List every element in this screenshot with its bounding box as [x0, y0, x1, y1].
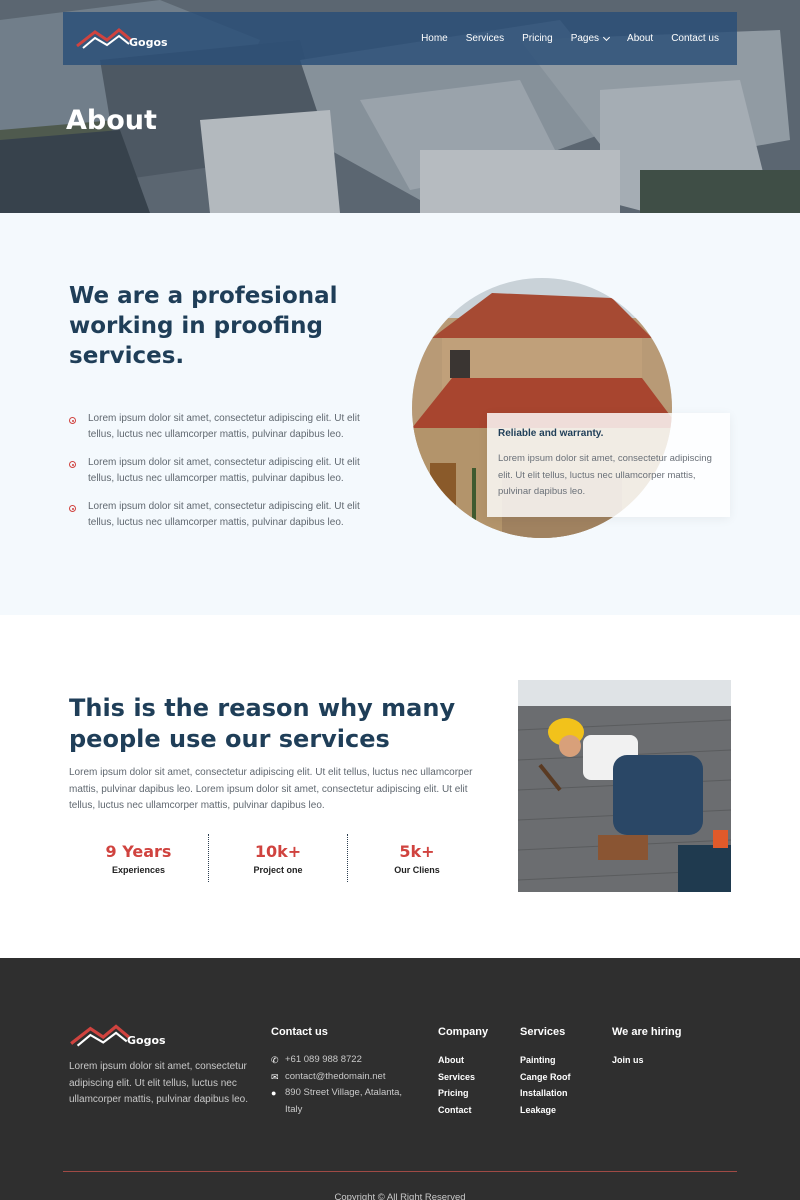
footer-link-cange-roof[interactable]: Cange Roof	[520, 1069, 610, 1086]
about-bullet-list: Lorem ipsum dolor sit amet, consectetur …	[69, 411, 369, 543]
phone-icon: ✆	[271, 1055, 279, 1065]
nav-pages-label: Pages	[570, 33, 600, 44]
nav-pricing[interactable]: Pricing	[522, 33, 553, 44]
top-navbar: Gogos Home Services Pricing Pages About …	[63, 12, 737, 65]
list-item: Lorem ipsum dolor sit amet, consectetur …	[69, 499, 369, 531]
footer-services: Services Painting Cange Roof Installatio…	[520, 1026, 610, 1118]
footer-company-title: Company	[438, 1026, 489, 1038]
footer-link-join-us[interactable]: Join us	[612, 1052, 732, 1069]
page-title: About	[66, 105, 157, 136]
footer-services-title: Services	[520, 1026, 566, 1038]
stats-row: 9 Years Experiences 10k+ Project one 5k+…	[69, 834, 487, 882]
roof-logo-icon	[76, 28, 132, 49]
stat-value: 10k+	[254, 841, 302, 861]
footer-link-painting[interactable]: Painting	[520, 1052, 610, 1069]
footer-logo[interactable]: Gogos	[69, 1022, 166, 1048]
stat-experience: 9 Years Experiences	[69, 834, 208, 882]
contact-email-text: contact@thedomain.net	[285, 1070, 386, 1082]
footer-hiring: We are hiring Join us	[612, 1026, 732, 1069]
card-text: Lorem ipsum dolor sit amet, consectetur …	[498, 453, 712, 497]
footer-brand-name: Gogos	[127, 1034, 166, 1047]
footer-divider	[63, 1171, 737, 1172]
bullet-text: Lorem ipsum dolor sit amet, consectetur …	[88, 457, 360, 484]
about-section: We are a profesional working in proofing…	[0, 213, 800, 615]
card-title: Reliable and warranty.	[498, 428, 604, 439]
footer-contact-title: Contact us	[271, 1026, 328, 1038]
warranty-card: Reliable and warranty. Lorem ipsum dolor…	[487, 413, 730, 517]
bullet-text: Lorem ipsum dolor sit amet, consectetur …	[88, 413, 360, 440]
footer-about-text: Lorem ipsum dolor sit amet, consectetur …	[69, 1061, 248, 1105]
contact-address: ● 890 Street Village, Atalanta, Italy	[271, 1085, 421, 1118]
contact-phone-text: +61 089 988 8722	[285, 1054, 362, 1065]
about-heading: We are a profesional working in proofing…	[69, 283, 338, 369]
list-item: Lorem ipsum dolor sit amet, consectetur …	[69, 411, 369, 443]
stat-value: 9 Years	[105, 841, 172, 861]
stat-label: Experiences	[111, 864, 166, 875]
site-footer: Gogos Lorem ipsum dolor sit amet, consec…	[0, 958, 800, 1200]
brand-logo[interactable]: Gogos	[75, 26, 168, 50]
nav-about[interactable]: About	[627, 33, 653, 44]
list-item: Lorem ipsum dolor sit amet, consectetur …	[69, 455, 369, 487]
nav-pages[interactable]: Pages	[570, 33, 611, 44]
hero-banner: Gogos Home Services Pricing Pages About …	[0, 0, 800, 213]
footer-company: Company About Services Pricing Contact	[438, 1026, 518, 1118]
footer-contact: Contact us ✆ +61 089 988 8722 ✉ contact@…	[271, 1026, 421, 1118]
roof-logo-icon	[70, 1024, 130, 1047]
bullet-text: Lorem ipsum dolor sit amet, consectetur …	[88, 501, 360, 528]
stat-value: 5k+	[399, 841, 435, 861]
nav-home[interactable]: Home	[421, 33, 448, 44]
footer-link-about[interactable]: About	[438, 1052, 518, 1069]
roofer-photo	[518, 680, 731, 892]
reason-section: This is the reason why many people use o…	[0, 615, 800, 958]
stat-clients: 5k+ Our Cliens	[347, 834, 486, 882]
footer-link-pricing[interactable]: Pricing	[438, 1085, 518, 1102]
reason-heading: This is the reason why many people use o…	[69, 694, 456, 753]
footer-hiring-title: We are hiring	[612, 1026, 682, 1038]
footer-link-contact[interactable]: Contact	[438, 1102, 518, 1119]
location-pin-icon: ●	[271, 1088, 277, 1098]
nav-services[interactable]: Services	[466, 33, 504, 44]
chevron-down-icon	[603, 33, 611, 41]
main-nav: Home Services Pricing Pages About Contac…	[403, 12, 719, 65]
nav-contact[interactable]: Contact us	[671, 33, 719, 44]
footer-link-installation[interactable]: Installation	[520, 1085, 610, 1102]
reason-paragraph: Lorem ipsum dolor sit amet, consectetur …	[69, 767, 473, 811]
footer-link-leakage[interactable]: Leakage	[520, 1102, 610, 1119]
mail-icon: ✉	[271, 1071, 279, 1082]
contact-phone[interactable]: ✆ +61 089 988 8722	[271, 1052, 421, 1069]
contact-address-text: 890 Street Village, Atalanta, Italy	[285, 1087, 403, 1115]
brand-name: Gogos	[129, 36, 168, 49]
bullet-icon	[69, 417, 76, 424]
copyright-text: Copyright © All Right Reserved	[334, 1192, 466, 1200]
contact-email[interactable]: ✉ contact@thedomain.net	[271, 1069, 421, 1086]
stat-label: Project one	[253, 864, 303, 875]
stat-projects: 10k+ Project one	[208, 834, 347, 882]
bullet-icon	[69, 461, 76, 468]
stat-label: Our Cliens	[394, 864, 440, 875]
footer-link-services[interactable]: Services	[438, 1069, 518, 1086]
bullet-icon	[69, 505, 76, 512]
